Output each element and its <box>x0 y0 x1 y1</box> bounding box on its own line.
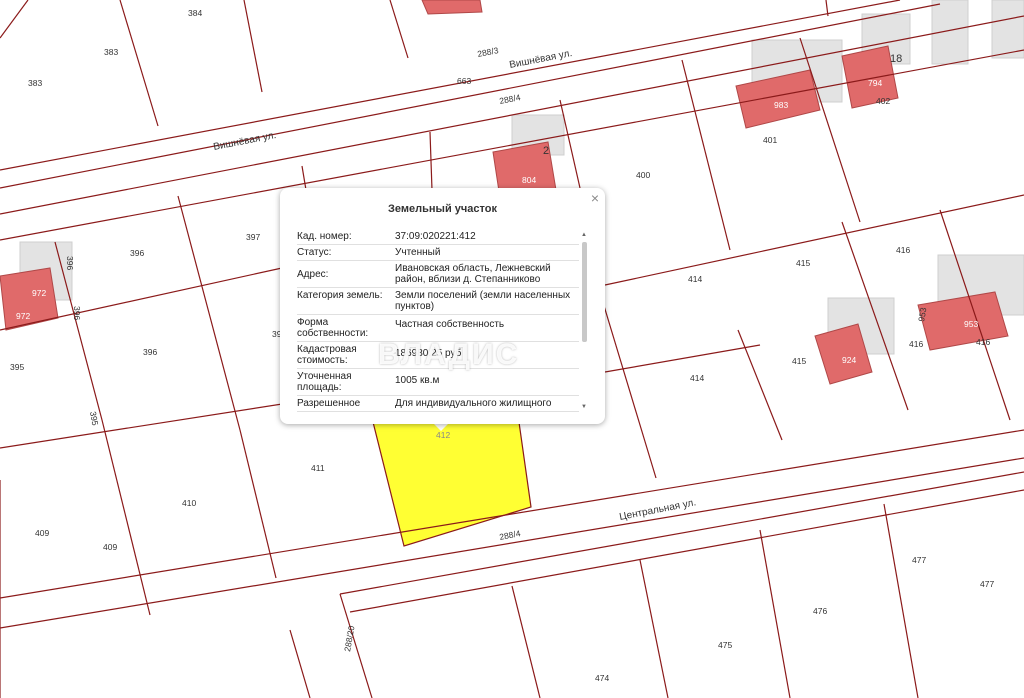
attribute-value: Частная собственность <box>395 319 505 330</box>
attribute-value: Земли поселений (земли населенных пункто… <box>395 290 571 312</box>
parcel-label: 476 <box>813 606 827 616</box>
attribute-row: Разрешенное Для индивидуального жилищног… <box>297 396 579 412</box>
attribute-value: Для индивидуального жилищного <box>395 398 552 409</box>
scrollbar-thumb[interactable] <box>582 242 587 342</box>
parcel-label: 663 <box>457 76 471 86</box>
parcel-label: 409 <box>35 528 49 538</box>
parcel-label: 400 <box>636 170 650 180</box>
parcel-label: 416 <box>896 245 910 255</box>
building-outline <box>991 0 1024 59</box>
attribute-label: Разрешенное <box>297 398 361 409</box>
parcel-label: 396 <box>130 248 144 258</box>
attribute-row: Адрес: Ивановская область, Лежневский ра… <box>297 261 579 288</box>
parcel-label: 416 <box>909 339 923 349</box>
attribute-label: Кадастровая стоимость: <box>297 344 357 366</box>
parcel-attributes-table: Кад. номер: 37:09:020221:412 Статус: Учт… <box>297 229 579 412</box>
attribute-value: Учтенный <box>395 247 441 258</box>
attribute-label: Кад. номер: <box>297 231 352 242</box>
attribute-value: 37:09:020221:412 <box>395 231 476 242</box>
parcel-label: 924 <box>842 355 856 365</box>
parcel-label: 475 <box>718 640 732 650</box>
parcel-label: 2 <box>543 145 549 157</box>
attribute-row: Форма собственности: Частная собственнос… <box>297 315 579 342</box>
parcel-label: 384 <box>188 8 202 18</box>
attribute-label: Статус: <box>297 247 332 258</box>
close-icon[interactable]: × <box>591 191 599 205</box>
attribute-row: Категория земель: Земли поселений (земли… <box>297 288 579 315</box>
popup-title: Земельный участок <box>388 203 497 215</box>
popup-scrollbar[interactable]: ▲ ▼ <box>581 232 589 410</box>
parcel-label: 402 <box>876 96 890 106</box>
attribute-row: Кад. номер: 37:09:020221:412 <box>297 229 579 245</box>
attribute-value: Ивановская область, Лежневский район, вб… <box>395 263 551 285</box>
attribute-label: Адрес: <box>297 269 329 280</box>
parcel-label: 972 <box>16 311 30 321</box>
attribute-row: Статус: Учтенный <box>297 245 579 261</box>
building <box>421 0 483 15</box>
attribute-value: 1005 кв.м <box>395 375 440 386</box>
attribute-label: Категория земель: <box>297 290 383 301</box>
building-outline <box>931 0 969 65</box>
parcel-label: 416 <box>976 337 990 347</box>
parcel-label: 414 <box>688 274 702 284</box>
parcel-label: 477 <box>980 579 994 589</box>
parcel-label: 383 <box>28 78 42 88</box>
parcel-label: 18 <box>890 53 902 65</box>
parcel-label: 983 <box>774 100 788 110</box>
attribute-label: Уточненная площадь: <box>297 371 352 393</box>
parcel-label: 972 <box>32 288 46 298</box>
parcel-label: 401 <box>763 135 777 145</box>
parcel-label: 409 <box>103 542 117 552</box>
attribute-row: Кадастровая стоимость: 186980.25 руб <box>297 342 579 369</box>
parcel-label: 412 <box>436 430 450 440</box>
parcel-label: 383 <box>104 47 118 57</box>
parcel-label: 414 <box>690 373 704 383</box>
parcel-label: 410 <box>182 498 196 508</box>
attribute-value: 186980.25 руб <box>395 348 462 359</box>
parcel-label: 953 <box>964 319 978 329</box>
attribute-row: Уточненная площадь: 1005 кв.м <box>297 369 579 396</box>
parcel-info-popup: Земельный участок × Кад. номер: 37:09:02… <box>280 188 605 424</box>
parcel-label: 395 <box>10 362 24 372</box>
parcel-label: 396 <box>65 256 75 270</box>
attribute-label: Форма собственности: <box>297 317 369 339</box>
parcel-label: 477 <box>912 555 926 565</box>
parcel-label: 804 <box>522 175 536 185</box>
scroll-down-icon[interactable]: ▼ <box>581 404 587 410</box>
scroll-up-icon[interactable]: ▲ <box>581 232 587 238</box>
parcel-label: 397 <box>246 232 260 242</box>
parcel-label: 415 <box>796 258 810 268</box>
parcel-label: 474 <box>595 673 609 683</box>
parcel-label: 794 <box>868 78 882 88</box>
parcel-label: 411 <box>311 463 325 473</box>
parcel-label: 396 <box>143 347 157 357</box>
parcel-label: 415 <box>792 356 806 366</box>
parcel-label: 396 <box>72 306 82 320</box>
